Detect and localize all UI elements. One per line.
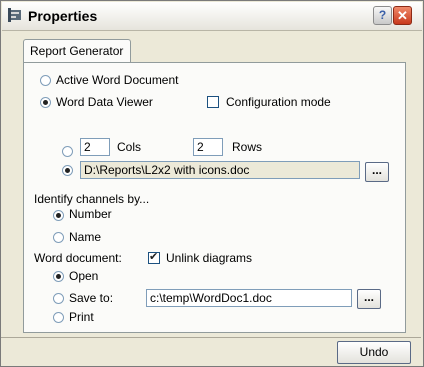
rows-input[interactable]: 2 [193,138,223,156]
tab-label: Report Generator [30,44,124,58]
close-button[interactable]: ✕ [393,6,412,25]
configuration-mode-label[interactable]: Configuration mode [226,95,331,109]
rows-label: Rows [232,140,263,154]
window-title: Properties [28,8,98,24]
unlink-diagrams-checkbox[interactable] [148,250,160,264]
identify-name-radio[interactable] [53,232,64,243]
word-document-label: Word document: [34,251,122,265]
undo-button[interactable]: Undo [337,341,411,364]
unlink-diagrams-label[interactable]: Unlink diagrams [166,251,252,265]
footer-divider [1,337,421,338]
word-data-viewer-radio[interactable] [40,97,51,108]
properties-icon [8,8,21,22]
title-bar[interactable]: Properties ? ✕ [2,2,422,31]
open-radio[interactable] [53,271,64,282]
configuration-mode-checkbox[interactable] [207,96,219,108]
grid-layout-radio[interactable] [62,146,73,157]
cols-label: Cols [117,140,142,154]
identify-name-label[interactable]: Name [69,230,101,244]
layout-file-browse-button[interactable]: ... [365,162,389,182]
help-button[interactable]: ? [373,6,392,25]
close-icon: ✕ [397,8,408,23]
print-label[interactable]: Print [69,310,94,324]
save-to-radio[interactable] [53,293,64,304]
identify-number-radio[interactable] [53,210,64,221]
file-layout-radio[interactable] [62,165,73,176]
open-label[interactable]: Open [69,269,98,283]
print-radio[interactable] [53,312,64,323]
active-word-document-label[interactable]: Active Word Document [56,73,179,87]
word-data-viewer-label[interactable]: Word Data Viewer [56,95,153,109]
save-to-browse-button[interactable]: ... [357,289,381,309]
identify-channels-heading: Identify channels by... [34,192,150,206]
help-icon: ? [378,8,387,22]
active-word-document-radio[interactable] [40,75,51,86]
layout-file-path[interactable]: D:\Reports\L2x2 with icons.doc [80,161,360,179]
cols-input[interactable]: 2 [80,138,110,156]
save-to-path-input[interactable]: c:\temp\WordDoc1.doc [146,289,352,307]
save-to-label[interactable]: Save to: [69,291,113,305]
identify-number-label[interactable]: Number [69,207,112,221]
tab-report-generator[interactable]: Report Generator [23,39,131,63]
